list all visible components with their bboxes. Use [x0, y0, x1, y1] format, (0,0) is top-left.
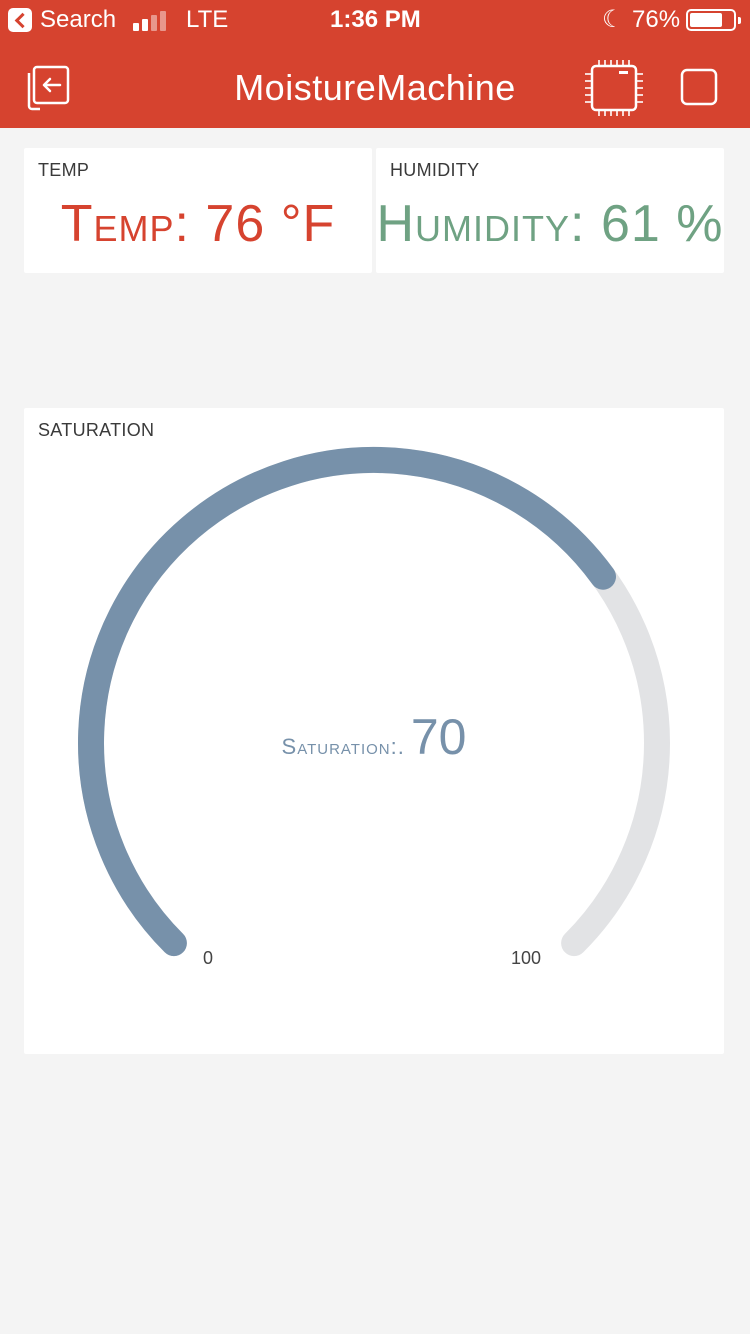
temp-value-display: Temp: 76 °F [24, 192, 372, 256]
temp-unit: °F [280, 195, 336, 253]
battery-icon [686, 9, 741, 31]
gauge-fill [78, 446, 616, 957]
temp-value: 76 [205, 195, 266, 253]
battery-percent: 76% [632, 6, 681, 33]
carrier-label: LTE [186, 6, 229, 33]
moon-icon: ☾ [602, 6, 624, 33]
humidity-value: 61 [600, 195, 661, 253]
back-app-label[interactable]: Search [40, 6, 116, 34]
clock: 1:36 PM [330, 6, 421, 33]
temp-widget[interactable]: TEMP Temp: 76 °F [24, 148, 372, 273]
saturation-widget[interactable]: SATURATION Saturation:. 70 0 100 [24, 408, 724, 1054]
humidity-prefix: Humidity: [376, 195, 586, 253]
temp-widget-label: TEMP [38, 160, 90, 180]
humidity-unit: % [676, 195, 724, 253]
humidity-value-display: Humidity: 61 % [376, 192, 724, 256]
humidity-widget-label: HUMIDITY [390, 160, 480, 180]
app-header: Search LTE 1:36 PM ☾ 76% MoistureMachine [0, 0, 750, 128]
gauge-center-label: Saturation:. [281, 734, 405, 759]
gauge-min-label: 0 [203, 948, 214, 968]
gauge-readout: Saturation:. 70 [24, 708, 724, 766]
signal-icon [133, 11, 169, 31]
humidity-widget[interactable]: HUMIDITY Humidity: 61 % [376, 148, 724, 273]
gauge-max-label: 100 [511, 948, 542, 968]
chip-icon[interactable] [585, 60, 643, 116]
status-bar: Search LTE 1:36 PM ☾ 76% [0, 0, 750, 40]
temp-prefix: Temp: [60, 195, 190, 253]
back-to-app-icon[interactable] [8, 8, 32, 32]
gauge-value: 70 [410, 709, 467, 765]
square-icon[interactable] [680, 68, 718, 106]
